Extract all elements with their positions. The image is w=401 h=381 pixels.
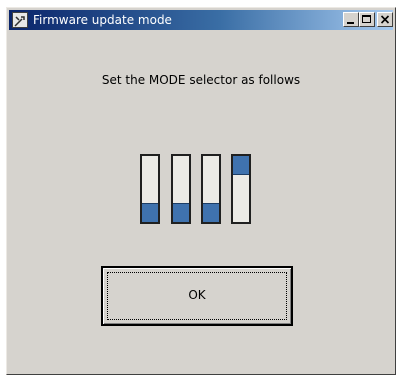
switch-knob bbox=[203, 203, 219, 222]
maximize-icon bbox=[362, 15, 371, 23]
title-bar[interactable]: Firmware update mode bbox=[9, 10, 393, 30]
app-icon[interactable] bbox=[12, 12, 28, 28]
instruction-text: Set the MODE selector as follows bbox=[101, 73, 301, 87]
ok-button-label: OK bbox=[188, 288, 206, 302]
mode-switch-3 bbox=[201, 154, 221, 224]
minimize-icon bbox=[347, 22, 354, 24]
mode-switch-2 bbox=[171, 154, 191, 224]
mode-switch-1 bbox=[140, 154, 160, 224]
tool-icon bbox=[14, 16, 25, 27]
switch-knob bbox=[233, 156, 249, 175]
minimize-button[interactable] bbox=[343, 12, 359, 27]
window-title: Firmware update mode bbox=[33, 13, 172, 27]
switch-knob bbox=[173, 203, 189, 222]
mode-switch-4 bbox=[231, 154, 251, 224]
switch-knob bbox=[142, 203, 158, 222]
ok-button[interactable]: OK bbox=[101, 266, 293, 326]
close-button[interactable] bbox=[377, 12, 393, 27]
maximize-button[interactable] bbox=[359, 12, 375, 27]
close-icon bbox=[380, 15, 390, 24]
firmware-update-dialog: Firmware update mode Set the MODE select… bbox=[6, 7, 396, 375]
